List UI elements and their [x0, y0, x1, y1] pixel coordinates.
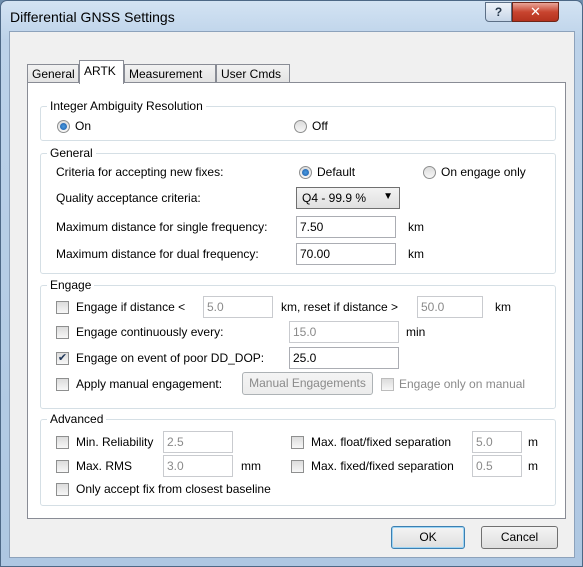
criteria-default-radio[interactable] — [299, 166, 312, 179]
criteria-engage-only-label: On engage only — [441, 165, 526, 179]
engage-poor-dop-input[interactable]: 25.0 — [289, 347, 399, 369]
button-label: Manual Engagements — [249, 376, 366, 390]
ambiguity-off-label: Off — [312, 119, 328, 133]
max-single-freq-input[interactable]: 7.50 — [296, 216, 396, 238]
radio-selected-dot — [302, 169, 309, 176]
ambiguity-on-radio[interactable] — [57, 120, 70, 133]
input-value: 15.0 — [293, 325, 317, 339]
reset-distance-unit: km — [495, 300, 511, 314]
group-legend: Advanced — [47, 412, 107, 426]
engage-continuously-label: Engage continuously every: — [76, 325, 224, 339]
max-float-fixed-input[interactable]: 5.0 — [472, 431, 522, 453]
tab-label: Measurement — [129, 67, 203, 81]
ambiguity-off-radio[interactable] — [294, 120, 307, 133]
engage-if-distance-label: Engage if distance < — [76, 300, 186, 314]
max-rms-input[interactable]: 3.0 — [163, 455, 233, 477]
ambiguity-on-label: On — [75, 119, 92, 133]
help-button[interactable]: ? — [485, 2, 512, 22]
title-bar[interactable]: Differential GNSS Settings ? ✕ — [1, 1, 582, 31]
min-reliability-input[interactable]: 2.5 — [163, 431, 233, 453]
group-legend: Engage — [47, 278, 95, 292]
input-value: 0.5 — [476, 459, 493, 473]
tab-artk[interactable]: ARTK — [79, 60, 124, 84]
criteria-default-label: Default — [317, 165, 356, 179]
integer-ambiguity-group: Integer Ambiguity Resolution On Off — [40, 99, 556, 141]
max-fixed-fixed-checkbox[interactable] — [291, 460, 304, 473]
radio-selected-dot — [60, 123, 67, 130]
input-value: 25.0 — [293, 351, 317, 365]
chevron-down-icon: ▼ — [383, 191, 393, 202]
max-float-fixed-label: Max. float/fixed separation — [311, 435, 452, 449]
engage-if-distance-checkbox[interactable] — [56, 301, 69, 314]
close-button[interactable]: ✕ — [512, 2, 559, 22]
max-rms-checkbox[interactable] — [56, 460, 69, 473]
input-value: 50.0 — [421, 300, 445, 314]
max-fixed-fixed-unit: m — [528, 459, 538, 473]
general-group: General Criteria for accepting new fixes… — [40, 146, 556, 274]
max-single-freq-label: Maximum distance for single frequency: — [56, 220, 268, 234]
max-dual-freq-unit: km — [408, 247, 424, 261]
tab-label: User Cmds — [221, 67, 282, 81]
max-dual-freq-label: Maximum distance for dual frequency: — [56, 247, 259, 261]
quality-criteria-dropdown[interactable]: Q4 - 99.9 % ▼ — [296, 187, 400, 209]
engage-poor-dop-checkbox[interactable]: ✔ — [56, 352, 69, 365]
cancel-button[interactable]: Cancel — [481, 526, 558, 549]
max-float-fixed-unit: m — [528, 435, 538, 449]
engage-distance-input[interactable]: 5.0 — [203, 296, 273, 318]
engage-continuously-unit: min — [406, 325, 426, 339]
close-icon: ✕ — [530, 4, 541, 19]
input-value: 2.5 — [167, 435, 184, 449]
closest-baseline-label: Only accept fix from closest baseline — [76, 482, 271, 496]
engage-poor-dop-label: Engage on event of poor DD_DOP: — [76, 351, 265, 365]
min-reliability-label: Min. Reliability — [76, 435, 154, 449]
reset-distance-label: km, reset if distance > — [281, 300, 399, 314]
max-rms-label: Max. RMS — [76, 459, 133, 473]
engage-group: Engage Engage if distance < 5.0 km, rese… — [40, 278, 556, 409]
tab-general[interactable]: General — [27, 64, 79, 83]
tab-user-cmds[interactable]: User Cmds — [216, 64, 290, 83]
apply-manual-engagement-label: Apply manual engagement: — [76, 377, 223, 391]
apply-manual-engagement-checkbox[interactable] — [56, 378, 69, 391]
closest-baseline-checkbox[interactable] — [56, 483, 69, 496]
ok-button[interactable]: OK — [391, 526, 465, 549]
max-fixed-fixed-label: Max. fixed/fixed separation — [311, 459, 454, 473]
tab-label: ARTK — [84, 64, 116, 78]
criteria-label: Criteria for accepting new fixes: — [56, 165, 224, 179]
input-value: 5.0 — [476, 435, 493, 449]
engage-only-manual-label: Engage only on manual — [399, 377, 526, 391]
max-fixed-fixed-input[interactable]: 0.5 — [472, 455, 522, 477]
artk-tab-panel: Integer Ambiguity Resolution On Off Gene… — [27, 82, 566, 519]
input-value: 5.0 — [207, 300, 224, 314]
input-value: 70.00 — [300, 247, 331, 261]
checkmark-icon: ✔ — [57, 352, 68, 364]
tab-label: General — [32, 67, 75, 81]
dialog-client-area: General ARTK Measurement User Cmds Integ… — [9, 31, 575, 558]
max-dual-freq-input[interactable]: 70.00 — [296, 243, 396, 265]
input-value: 7.50 — [300, 220, 324, 234]
button-label: OK — [419, 530, 437, 544]
manual-engagements-button[interactable]: Manual Engagements — [242, 372, 373, 395]
reset-distance-input[interactable]: 50.0 — [417, 296, 483, 318]
group-legend: Integer Ambiguity Resolution — [47, 99, 206, 113]
engage-only-manual-checkbox[interactable] — [381, 378, 394, 391]
engage-continuously-checkbox[interactable] — [56, 326, 69, 339]
dialog-window: Differential GNSS Settings ? ✕ General A… — [0, 0, 583, 567]
input-value: 3.0 — [167, 459, 184, 473]
criteria-engage-only-radio[interactable] — [423, 166, 436, 179]
group-legend: General — [47, 146, 96, 160]
advanced-group: Advanced Min. Reliability 2.5 Max. float… — [40, 412, 556, 506]
engage-continuously-input[interactable]: 15.0 — [289, 321, 399, 343]
max-rms-unit: mm — [241, 459, 261, 473]
min-reliability-checkbox[interactable] — [56, 436, 69, 449]
window-title: Differential GNSS Settings — [10, 9, 175, 25]
max-single-freq-unit: km — [408, 220, 424, 234]
button-label: Cancel — [500, 530, 539, 544]
quality-criteria-value: Q4 - 99.9 % — [302, 191, 367, 205]
max-float-fixed-checkbox[interactable] — [291, 436, 304, 449]
help-icon: ? — [494, 5, 503, 19]
quality-criteria-label: Quality acceptance criteria: — [56, 191, 201, 205]
tab-measurement[interactable]: Measurement — [124, 64, 216, 83]
